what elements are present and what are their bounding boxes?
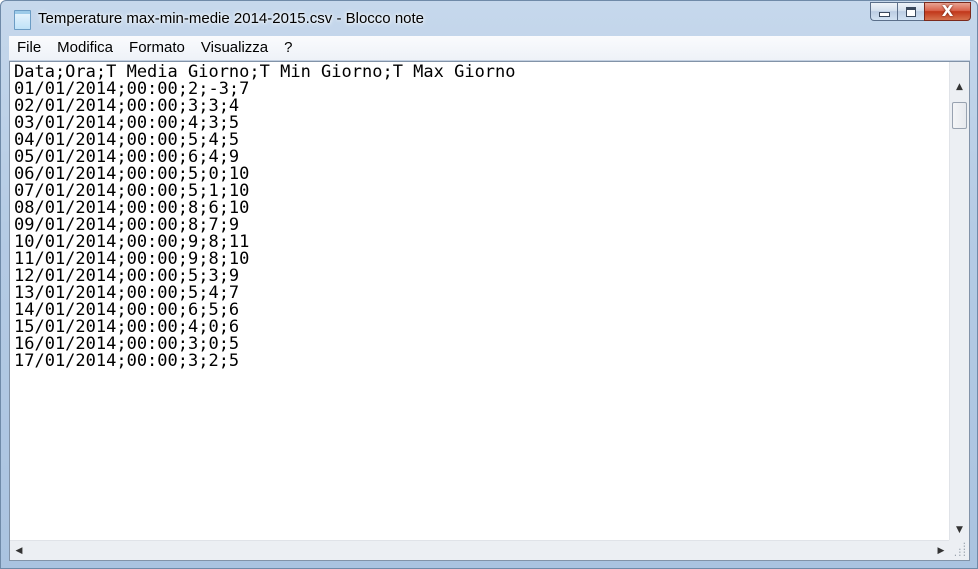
close-button[interactable]: X xyxy=(924,2,971,21)
caption-buttons: X xyxy=(870,2,971,22)
vertical-scroll-thumb[interactable] xyxy=(952,102,967,129)
notepad-icon[interactable] xyxy=(14,10,31,30)
text-line: 17/01/2014;00:00;3;2;5 xyxy=(14,351,240,371)
title-bar[interactable]: Temperature max-min-medie 2014-2015.csv … xyxy=(1,1,977,35)
menu-bar: File Modifica Formato Visualizza ? xyxy=(9,36,970,61)
vertical-scrollbar[interactable]: ▲ ▼ xyxy=(949,62,969,541)
minimize-button[interactable] xyxy=(870,2,897,21)
horizontal-scrollbar[interactable]: ◀ ▶ xyxy=(10,540,950,560)
close-icon: X xyxy=(941,2,954,20)
window-title: Temperature max-min-medie 2014-2015.csv … xyxy=(38,10,425,27)
scroll-right-arrow-icon[interactable]: ▶ xyxy=(932,541,950,560)
text-editor[interactable]: Data;Ora;T Media Giorno;T Min Giorno;T M… xyxy=(10,62,950,541)
menu-modifica[interactable]: Modifica xyxy=(49,36,121,60)
menu-file[interactable]: File xyxy=(9,36,49,60)
scroll-up-arrow-icon[interactable]: ▲ xyxy=(950,78,969,96)
resize-grip-icon: . .:.:: xyxy=(952,537,967,559)
editor-area: Data;Ora;T Media Giorno;T Min Giorno;T M… xyxy=(9,61,970,561)
maximize-button[interactable] xyxy=(897,2,924,21)
menu-visualizza[interactable]: Visualizza xyxy=(193,36,276,60)
maximize-icon xyxy=(906,6,916,17)
resize-grip[interactable]: . .:.:: xyxy=(949,537,969,560)
scroll-left-arrow-icon[interactable]: ◀ xyxy=(10,541,28,560)
notepad-window: Temperature max-min-medie 2014-2015.csv … xyxy=(0,0,978,569)
minimize-icon xyxy=(878,12,890,17)
menu-help[interactable]: ? xyxy=(276,36,300,60)
menu-formato[interactable]: Formato xyxy=(121,36,193,60)
